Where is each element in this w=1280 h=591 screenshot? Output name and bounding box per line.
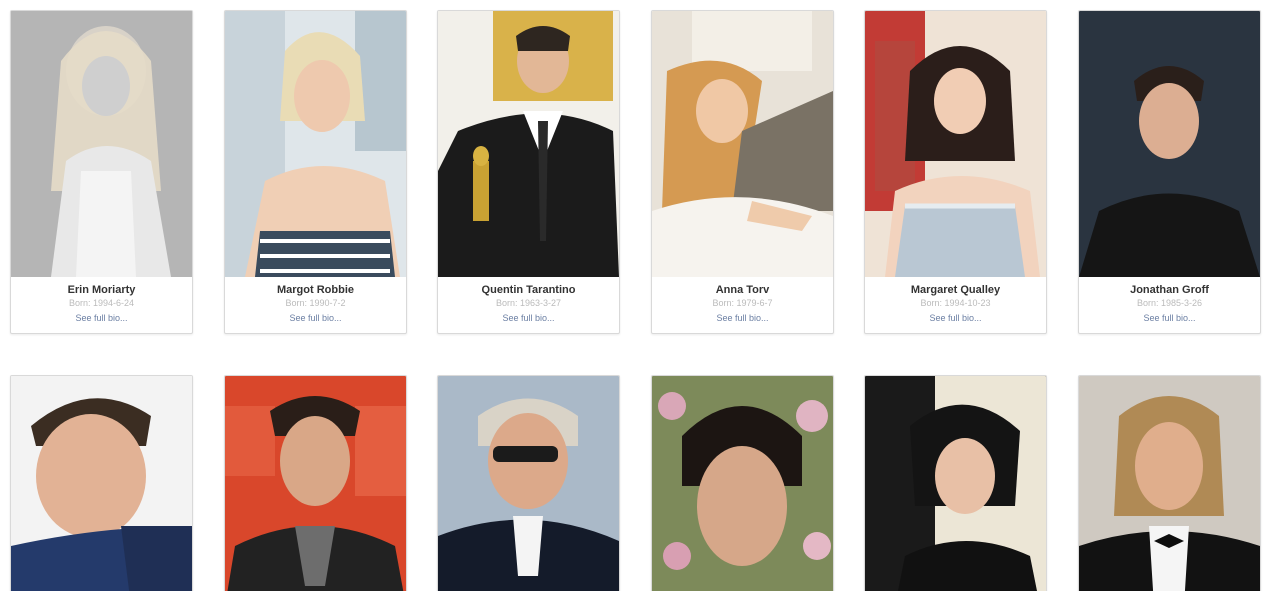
celebrity-photo[interactable] bbox=[865, 376, 1046, 591]
card-info: Jonathan Groff Born: 1985-3-26 See full … bbox=[1079, 277, 1260, 324]
celebrity-card[interactable] bbox=[224, 375, 407, 591]
celebrity-card[interactable]: Jonathan Groff Born: 1985-3-26 See full … bbox=[1078, 10, 1261, 334]
see-full-bio-link[interactable]: See full bio... bbox=[438, 312, 619, 324]
see-full-bio-link[interactable]: See full bio... bbox=[225, 312, 406, 324]
celebrity-name: Quentin Tarantino bbox=[481, 284, 576, 296]
celebrity-card[interactable]: Anna Torv Born: 1979-6-7 See full bio... bbox=[651, 10, 834, 334]
celebrity-birthdate: Born: 1979-6-7 bbox=[712, 298, 773, 308]
card-info: Margot Robbie Born: 1990-7-2 See full bi… bbox=[225, 277, 406, 324]
celebrity-photo[interactable] bbox=[652, 376, 833, 591]
celebrity-name: Erin Moriarty bbox=[67, 284, 136, 296]
celebrity-photo[interactable] bbox=[865, 11, 1046, 277]
celebrity-photo[interactable] bbox=[1079, 11, 1260, 277]
celebrity-birthdate: Born: 1963-3-27 bbox=[495, 298, 562, 308]
see-full-bio-link[interactable]: See full bio... bbox=[865, 312, 1046, 324]
celebrity-birthdate: Born: 1985-3-26 bbox=[1136, 298, 1203, 308]
celebrity-card[interactable] bbox=[864, 375, 1047, 591]
celebrity-photo[interactable] bbox=[438, 376, 619, 591]
celebrity-grid: Erin Moriarty Born: 1994-6-24 See full b… bbox=[0, 0, 1280, 591]
celebrity-birthdate: Born: 1994-6-24 bbox=[68, 298, 135, 308]
celebrity-photo[interactable] bbox=[1079, 376, 1260, 591]
see-full-bio-link[interactable]: See full bio... bbox=[11, 312, 192, 324]
celebrity-card[interactable]: Quentin Tarantino Born: 1963-3-27 See fu… bbox=[437, 10, 620, 334]
celebrity-card[interactable]: Margaret Qualley Born: 1994-10-23 See fu… bbox=[864, 10, 1047, 334]
celebrity-name: Margaret Qualley bbox=[910, 284, 1001, 296]
celebrity-photo[interactable] bbox=[225, 376, 406, 591]
celebrity-photo[interactable] bbox=[11, 376, 192, 591]
celebrity-birthdate: Born: 1990-7-2 bbox=[285, 298, 346, 308]
celebrity-birthdate: Born: 1994-10-23 bbox=[920, 298, 991, 308]
card-info: Erin Moriarty Born: 1994-6-24 See full b… bbox=[11, 277, 192, 324]
celebrity-name: Margot Robbie bbox=[277, 284, 354, 296]
celebrity-photo[interactable] bbox=[438, 11, 619, 277]
celebrity-name: Anna Torv bbox=[715, 284, 770, 296]
celebrity-photo[interactable] bbox=[11, 11, 192, 277]
celebrity-card[interactable] bbox=[1078, 375, 1261, 591]
card-info: Anna Torv Born: 1979-6-7 See full bio... bbox=[652, 277, 833, 324]
celebrity-card[interactable] bbox=[651, 375, 834, 591]
card-info: Quentin Tarantino Born: 1963-3-27 See fu… bbox=[438, 277, 619, 324]
card-info: Margaret Qualley Born: 1994-10-23 See fu… bbox=[865, 277, 1046, 324]
celebrity-photo[interactable] bbox=[225, 11, 406, 277]
celebrity-name: Jonathan Groff bbox=[1130, 284, 1209, 296]
celebrity-card[interactable] bbox=[10, 375, 193, 591]
celebrity-card[interactable]: Margot Robbie Born: 1990-7-2 See full bi… bbox=[224, 10, 407, 334]
celebrity-card[interactable]: Erin Moriarty Born: 1994-6-24 See full b… bbox=[10, 10, 193, 334]
celebrity-card[interactable] bbox=[437, 375, 620, 591]
see-full-bio-link[interactable]: See full bio... bbox=[1079, 312, 1260, 324]
celebrity-photo[interactable] bbox=[652, 11, 833, 277]
see-full-bio-link[interactable]: See full bio... bbox=[652, 312, 833, 324]
